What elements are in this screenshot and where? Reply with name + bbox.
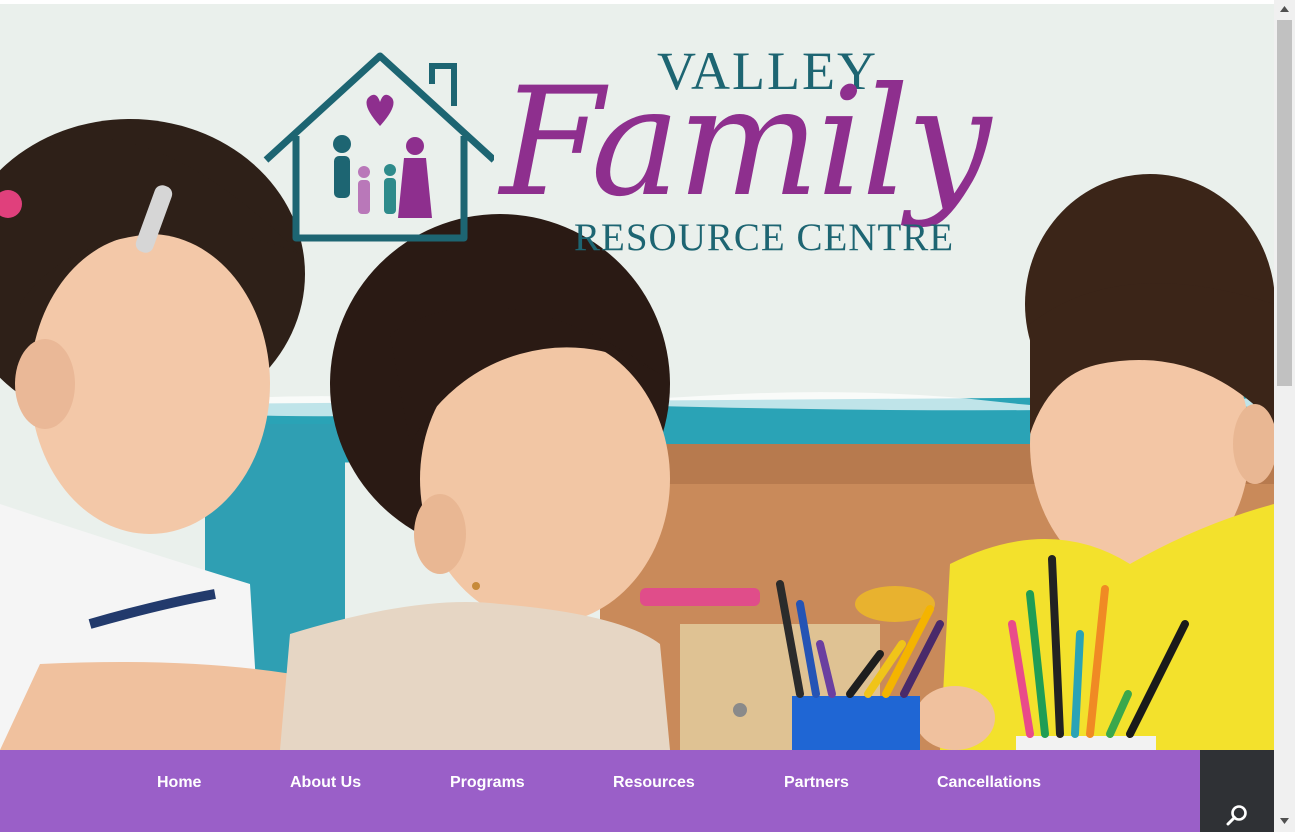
scroll-up-arrow[interactable] [1274, 0, 1295, 18]
search-button[interactable] [1200, 750, 1274, 832]
logo-family-text: Family [500, 56, 991, 230]
nav-cancellations[interactable]: Cancellations [937, 750, 1041, 816]
triangle-up-icon [1280, 6, 1289, 12]
house-family-icon [263, 52, 494, 242]
hero-banner: VALLEY Family RESOURCE CENTRE [0, 4, 1274, 750]
search-icon [1226, 805, 1247, 826]
vertical-scrollbar[interactable] [1274, 0, 1295, 832]
nav-resources[interactable]: Resources [613, 750, 695, 816]
scroll-down-arrow[interactable] [1274, 812, 1295, 830]
triangle-down-icon [1280, 818, 1289, 824]
nav-programs[interactable]: Programs [450, 750, 525, 816]
nav-about-us[interactable]: About Us [290, 750, 361, 816]
site-logo[interactable]: VALLEY Family RESOURCE CENTRE [262, 42, 1062, 292]
logo-resource-text: RESOURCE CENTRE [574, 216, 955, 259]
main-navigation: Home About Us Programs Resources Partner… [0, 750, 1200, 832]
scroll-thumb[interactable] [1277, 20, 1292, 386]
nav-home[interactable]: Home [157, 750, 201, 816]
nav-partners[interactable]: Partners [784, 750, 849, 816]
